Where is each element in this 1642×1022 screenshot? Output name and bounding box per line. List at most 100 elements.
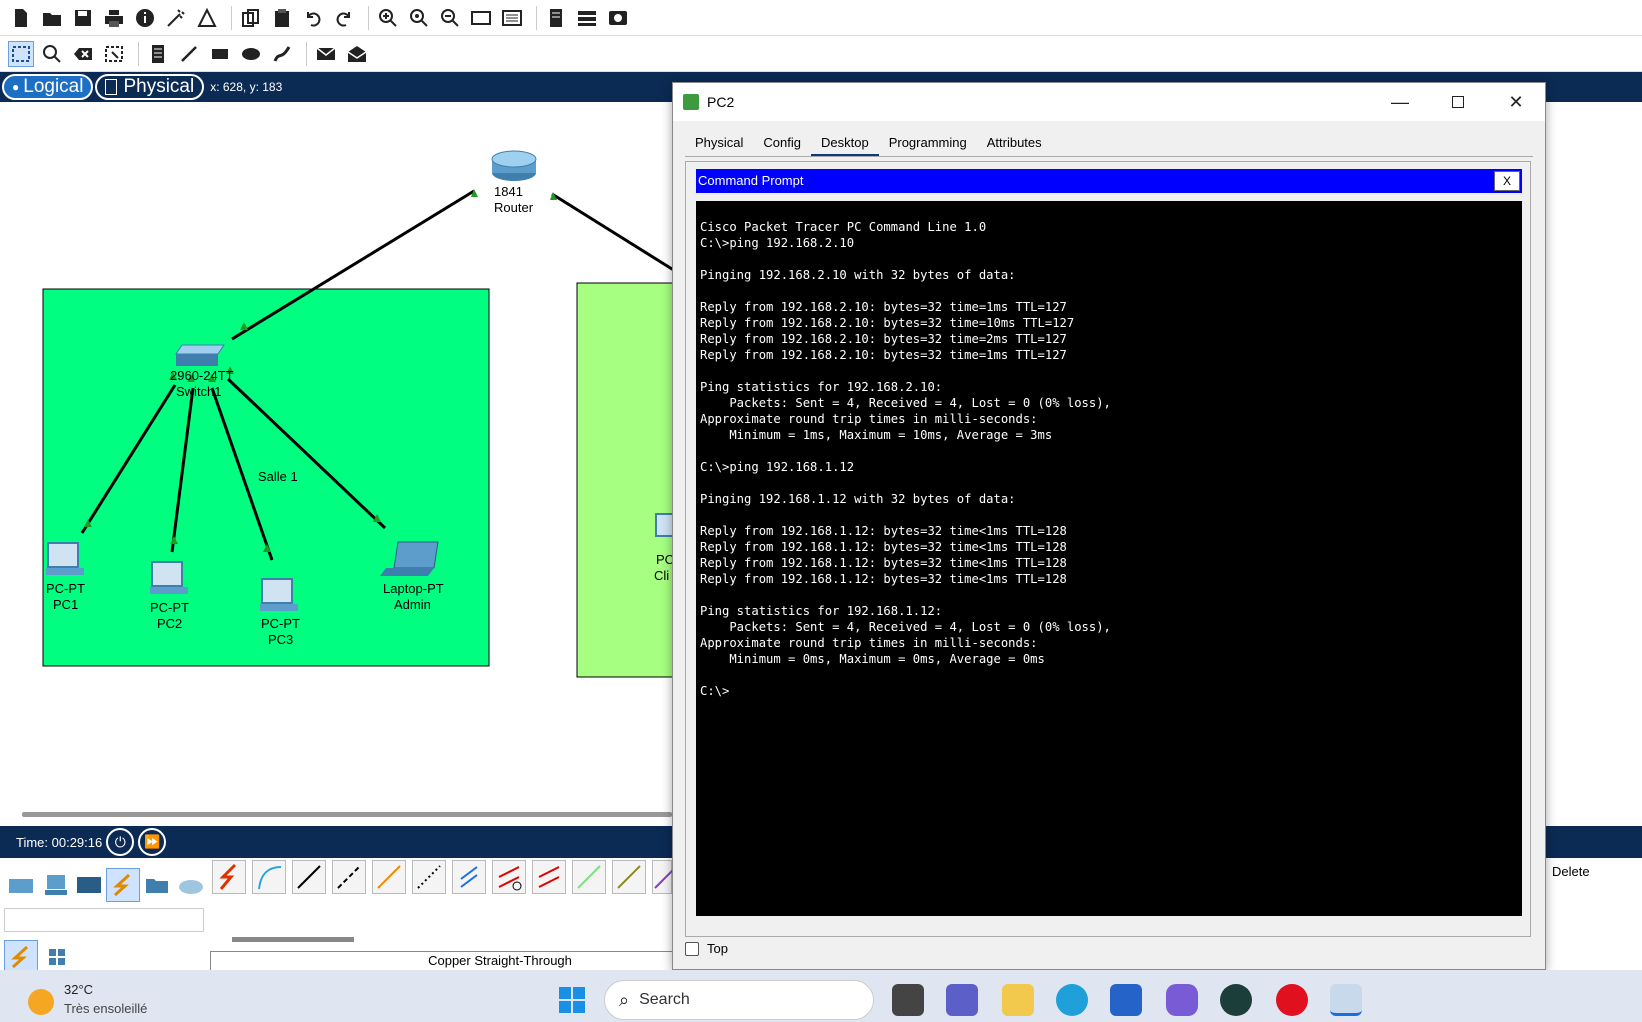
logical-label: Logical xyxy=(23,76,84,97)
print-icon[interactable] xyxy=(101,5,127,31)
tab-attributes[interactable]: Attributes xyxy=(977,133,1052,157)
paste-icon[interactable] xyxy=(269,5,295,31)
wizard-icon[interactable] xyxy=(163,5,189,31)
canvas-scrollbar[interactable] xyxy=(22,812,672,817)
connections-icon[interactable] xyxy=(106,868,140,902)
cable-straight-through-icon[interactable] xyxy=(292,860,326,894)
cable-console-icon[interactable] xyxy=(252,860,286,894)
opera-icon[interactable] xyxy=(1276,984,1308,1016)
minimize-button[interactable]: — xyxy=(1371,83,1429,121)
terminal-line: Reply from 192.168.1.12: bytes=32 time<1… xyxy=(700,556,1067,570)
open-folder-icon[interactable] xyxy=(39,5,65,31)
cable-octal-icon[interactable] xyxy=(572,860,606,894)
palette-icon[interactable] xyxy=(468,5,494,31)
power-cycle-button[interactable]: ⏻ xyxy=(106,828,135,856)
delete-label[interactable]: Delete xyxy=(1552,864,1590,879)
file-explorer-icon[interactable] xyxy=(1002,984,1034,1016)
resize-icon[interactable] xyxy=(101,41,127,67)
simple-pdu-icon[interactable] xyxy=(313,41,339,67)
cloud-icon[interactable] xyxy=(174,868,208,902)
tab-programming[interactable]: Programming xyxy=(879,133,977,157)
note-icon[interactable] xyxy=(145,41,171,67)
network-info-icon[interactable] xyxy=(194,5,220,31)
cable-usb-icon[interactable] xyxy=(652,860,674,894)
viewport-icon[interactable] xyxy=(499,5,525,31)
zoom-out-icon[interactable] xyxy=(437,5,463,31)
undo-icon[interactable] xyxy=(300,5,326,31)
cable-coaxial-icon[interactable] xyxy=(452,860,486,894)
inspect-icon[interactable] xyxy=(39,41,65,67)
cable-crossover-icon[interactable] xyxy=(332,860,366,894)
window-titlebar[interactable]: PC2 — ✕ xyxy=(673,83,1545,121)
line-icon[interactable] xyxy=(176,41,202,67)
copilot-icon[interactable] xyxy=(1166,984,1198,1016)
grid-view-icon[interactable] xyxy=(40,940,74,974)
pc2-type-label: PC-PT xyxy=(150,600,189,615)
terminal-line: Minimum = 0ms, Maximum = 0ms, Average = … xyxy=(700,652,1045,666)
redo-icon[interactable] xyxy=(331,5,357,31)
taskbar-search[interactable]: ⌕ Search xyxy=(604,980,874,1020)
cable-automatic-icon[interactable] xyxy=(212,860,246,894)
select-icon[interactable] xyxy=(8,40,34,67)
freeform-icon[interactable] xyxy=(269,41,295,67)
cable-serial-dte-icon[interactable] xyxy=(532,860,566,894)
teams-icon[interactable] xyxy=(946,984,978,1016)
app-icon[interactable] xyxy=(1220,984,1252,1016)
copy-icon[interactable] xyxy=(238,5,264,31)
command-prompt-title: Command Prompt xyxy=(698,173,804,188)
components-icon[interactable] xyxy=(72,868,106,902)
device-subtype-bar xyxy=(4,908,204,932)
zoom-in-icon[interactable] xyxy=(375,5,401,31)
cluster-icon[interactable] xyxy=(574,5,600,31)
edit-toolbar xyxy=(0,36,1642,72)
rectangle-icon[interactable] xyxy=(207,41,233,67)
weather-description[interactable]: Très ensoleillé xyxy=(64,1001,147,1016)
new-file-icon[interactable] xyxy=(8,5,34,31)
terminal-line: Ping statistics for 192.168.1.12: xyxy=(700,604,943,618)
close-button[interactable]: ✕ xyxy=(1487,83,1545,121)
edge-icon[interactable] xyxy=(1056,984,1088,1016)
tab-physical[interactable]: Physical xyxy=(685,133,753,157)
tab-config[interactable]: Config xyxy=(753,133,811,157)
top-checkbox[interactable] xyxy=(685,941,699,956)
complex-pdu-icon[interactable] xyxy=(344,41,370,67)
tab-desktop[interactable]: Desktop xyxy=(811,133,879,157)
terminal-output[interactable]: Cisco Packet Tracer PC Command Line 1.0 C… xyxy=(696,201,1522,916)
info-icon[interactable] xyxy=(132,5,158,31)
terminal-line: Packets: Sent = 4, Received = 4, Lost = … xyxy=(700,620,1111,634)
custom-device-icon[interactable] xyxy=(543,5,569,31)
cable-phone-icon[interactable] xyxy=(412,860,446,894)
main-toolbar xyxy=(0,0,1642,36)
packet-tracer-icon[interactable] xyxy=(1330,984,1362,1016)
store-icon[interactable] xyxy=(1110,984,1142,1016)
minimize-icon: — xyxy=(1391,91,1409,112)
maximize-button[interactable] xyxy=(1429,83,1487,121)
zoom-reset-icon[interactable] xyxy=(406,5,432,31)
cable-serial-dce-icon[interactable] xyxy=(492,860,526,894)
connection-subtype-icon[interactable] xyxy=(4,940,38,974)
physical-tab[interactable]: Physical xyxy=(95,74,205,100)
pc1-type-label: PC-PT xyxy=(46,581,85,596)
cable-fiber-icon[interactable] xyxy=(372,860,406,894)
palette-scrollbar[interactable] xyxy=(232,937,354,942)
laptop-name-label: Admin xyxy=(394,597,431,612)
task-view-icon[interactable] xyxy=(892,984,924,1016)
start-icon[interactable] xyxy=(556,984,588,1016)
misc-icon[interactable] xyxy=(140,868,174,902)
terminal-line: Reply from 192.168.1.12: bytes=32 time<1… xyxy=(700,540,1067,554)
top-checkbox-row: Top xyxy=(685,941,728,956)
weather-temperature[interactable]: 32°C xyxy=(64,982,93,997)
fast-forward-button[interactable]: ⏩ xyxy=(138,828,167,856)
screenshot-icon[interactable] xyxy=(605,5,631,31)
logical-tab[interactable]: ● Logical xyxy=(2,74,94,100)
weather-sun-icon[interactable] xyxy=(28,989,54,1015)
save-icon[interactable] xyxy=(70,5,96,31)
cable-iot-icon[interactable] xyxy=(612,860,646,894)
end-devices-icon[interactable] xyxy=(38,868,72,902)
ellipse-icon[interactable] xyxy=(238,41,264,67)
network-devices-icon[interactable] xyxy=(4,868,38,902)
delete-icon[interactable] xyxy=(70,41,96,67)
command-prompt-close-button[interactable]: X xyxy=(1494,171,1520,191)
terminal-line: C:\>ping 192.168.1.12 xyxy=(700,460,855,474)
power-cycle-icon: ⏻ xyxy=(114,833,126,850)
